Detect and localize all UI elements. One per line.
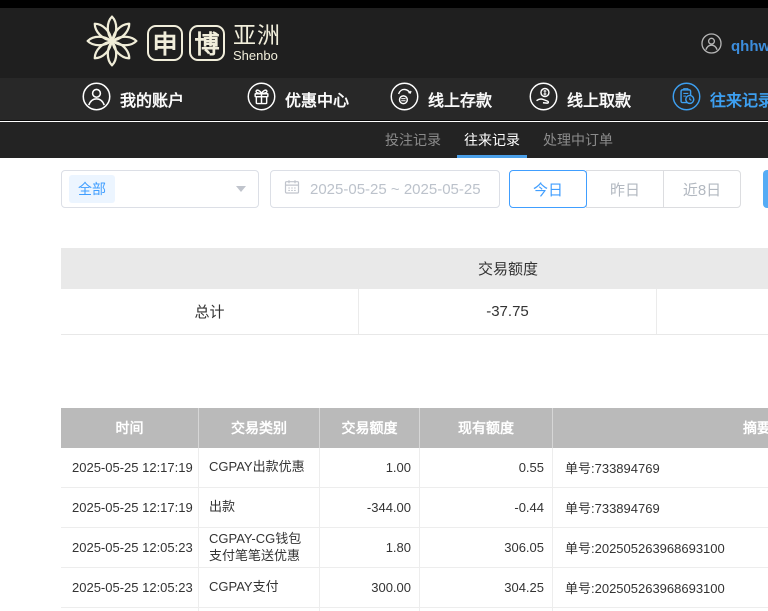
selected-type-tag: 全部 — [69, 175, 115, 203]
nav-item-label: 优惠中心 — [285, 93, 350, 110]
summary-header-cell: 交易额度 — [477, 261, 538, 278]
quick-range-buttons: 今日 昨日 近8日 — [509, 170, 741, 208]
summary-table-header: 交易额度 — [61, 248, 768, 289]
nav-item-online-deposit[interactable]: 线上存款 — [390, 78, 492, 120]
column-header-type: 交易类别 — [199, 408, 320, 448]
cell-summary: 单号:202505263968693100 — [565, 541, 725, 556]
summary-header-cell — [657, 248, 768, 289]
summary-total-row: 总计 -37.75 — [61, 289, 768, 335]
logo-wordmark: 亚洲 Shenbo — [233, 22, 281, 63]
table-row: 2025-05-25 12:17:19 出款 -344.00 -0.44 单号:… — [61, 488, 768, 528]
yesterday-button[interactable]: 昨日 — [586, 170, 664, 208]
cell-type: 出款 — [199, 488, 320, 527]
gift-icon — [247, 82, 276, 116]
summary-header-cell — [61, 248, 359, 289]
cell-balance: 304.25 — [420, 568, 553, 607]
cell-amount: 1.00 — [320, 448, 420, 487]
nav-item-transaction-records[interactable]: 往来记录 — [672, 78, 768, 120]
top-black-strip — [0, 0, 768, 8]
cell-amount: 1.80 — [320, 528, 420, 567]
nav-item-promotions[interactable]: 优惠中心 — [247, 78, 349, 120]
deposit-hand-coin-icon — [390, 82, 419, 116]
cell-time: 2025-05-25 12:05:23 — [61, 568, 199, 607]
page: 申 博 亚洲 Shenbo qhhw 我的账户 优惠中心 线上存款 线上取款 往… — [0, 0, 768, 611]
column-header-balance: 现有额度 — [420, 408, 553, 448]
cell-balance: 306.05 — [420, 528, 553, 567]
summary-total-amount: -37.75 — [359, 289, 657, 334]
calendar-icon — [284, 179, 300, 199]
table-row: 2025-05-25 12:05:23 CGPAY-CG钱包支付笔笔送优惠 1.… — [61, 528, 768, 568]
column-header-time: 时间 — [61, 408, 199, 448]
username-text: qhhw — [731, 37, 768, 55]
cell-type: CGPAY-CG钱包支付笔笔送优惠 — [199, 528, 320, 567]
cell-time: 2025-05-25 12:05:23 — [61, 528, 199, 567]
summary-table: 交易额度 总计 -37.75 — [61, 248, 768, 335]
transaction-type-select[interactable]: 全部 — [61, 170, 259, 208]
logo-char-box: 申 — [147, 25, 183, 61]
column-header-summary: 摘要 — [743, 420, 768, 436]
user-account-area[interactable]: qhhw — [701, 33, 768, 59]
date-range-value: 2025-05-25 ~ 2025-05-25 — [310, 180, 481, 198]
user-icon — [82, 82, 111, 116]
cell-time: 2025-05-25 12:17:19 — [61, 488, 199, 527]
cell-summary: 单号:202505263968693100 — [565, 581, 725, 596]
table-row: 2025-05-25 12:17:19 CGPAY出款优惠 1.00 0.55 … — [61, 448, 768, 488]
records-table: 时间 交易类别 交易额度 现有额度 摘要 2025-05-25 12:17:19… — [61, 408, 768, 611]
subnav-tabs: 投注记录 往来记录 处理中订单 — [385, 122, 613, 158]
user-circle-icon — [701, 33, 722, 59]
nav-item-label: 线上取款 — [567, 93, 632, 110]
nav-item-online-withdrawal[interactable]: 线上取款 — [529, 78, 631, 120]
cell-amount: -344.00 — [320, 488, 420, 527]
main-navigation: 我的账户 优惠中心 线上存款 线上取款 往来记录 — [0, 78, 768, 121]
logo-subtitle-text: Shenbo — [233, 48, 278, 63]
nav-item-label: 线上存款 — [428, 93, 493, 110]
logo-char-box: 博 — [189, 25, 225, 61]
cell-balance: -0.44 — [420, 488, 553, 527]
cell-summary: 单号:733894769 — [565, 501, 660, 516]
caret-down-icon — [236, 186, 246, 192]
last-8-days-button[interactable]: 近8日 — [663, 170, 741, 208]
summary-empty-cell — [657, 289, 768, 334]
cell-summary: 单号:733894769 — [565, 461, 660, 476]
search-button[interactable] — [763, 170, 768, 208]
brand-logo[interactable]: 申 博 亚洲 Shenbo — [82, 11, 281, 75]
nav-item-label: 往来记录 — [710, 93, 768, 110]
nav-item-label: 我的账户 — [120, 93, 185, 110]
cell-time: 2025-05-25 12:17:19 — [61, 448, 199, 487]
records-table-header: 时间 交易类别 交易额度 现有额度 摘要 — [61, 408, 768, 448]
table-row: 2025-05-25 12:05:23 CGPAY支付 300.00 304.2… — [61, 568, 768, 608]
summary-total-label: 总计 — [61, 289, 359, 334]
date-range-input[interactable]: 2025-05-25 ~ 2025-05-25 — [270, 170, 500, 208]
transaction-records-icon — [672, 82, 701, 116]
tab-processing-orders[interactable]: 处理中订单 — [543, 122, 613, 158]
sub-navigation: 投注记录 往来记录 处理中订单 — [0, 122, 768, 158]
logo-region-text: 亚洲 — [233, 22, 281, 48]
nav-item-my-account[interactable]: 我的账户 — [82, 78, 184, 120]
lotus-flower-icon — [82, 11, 142, 76]
today-button[interactable]: 今日 — [509, 170, 587, 208]
withdraw-hand-coin-icon — [529, 82, 558, 116]
column-header-amount: 交易额度 — [320, 408, 420, 448]
logo-bar: 申 博 亚洲 Shenbo qhhw — [0, 8, 768, 78]
cell-balance: 0.55 — [420, 448, 553, 487]
cell-type: CGPAY支付 — [199, 568, 320, 607]
tab-betting-records[interactable]: 投注记录 — [385, 122, 441, 158]
cell-type: CGPAY出款优惠 — [199, 448, 320, 487]
cell-amount: 300.00 — [320, 568, 420, 607]
tab-transaction-records[interactable]: 往来记录 — [457, 122, 527, 158]
